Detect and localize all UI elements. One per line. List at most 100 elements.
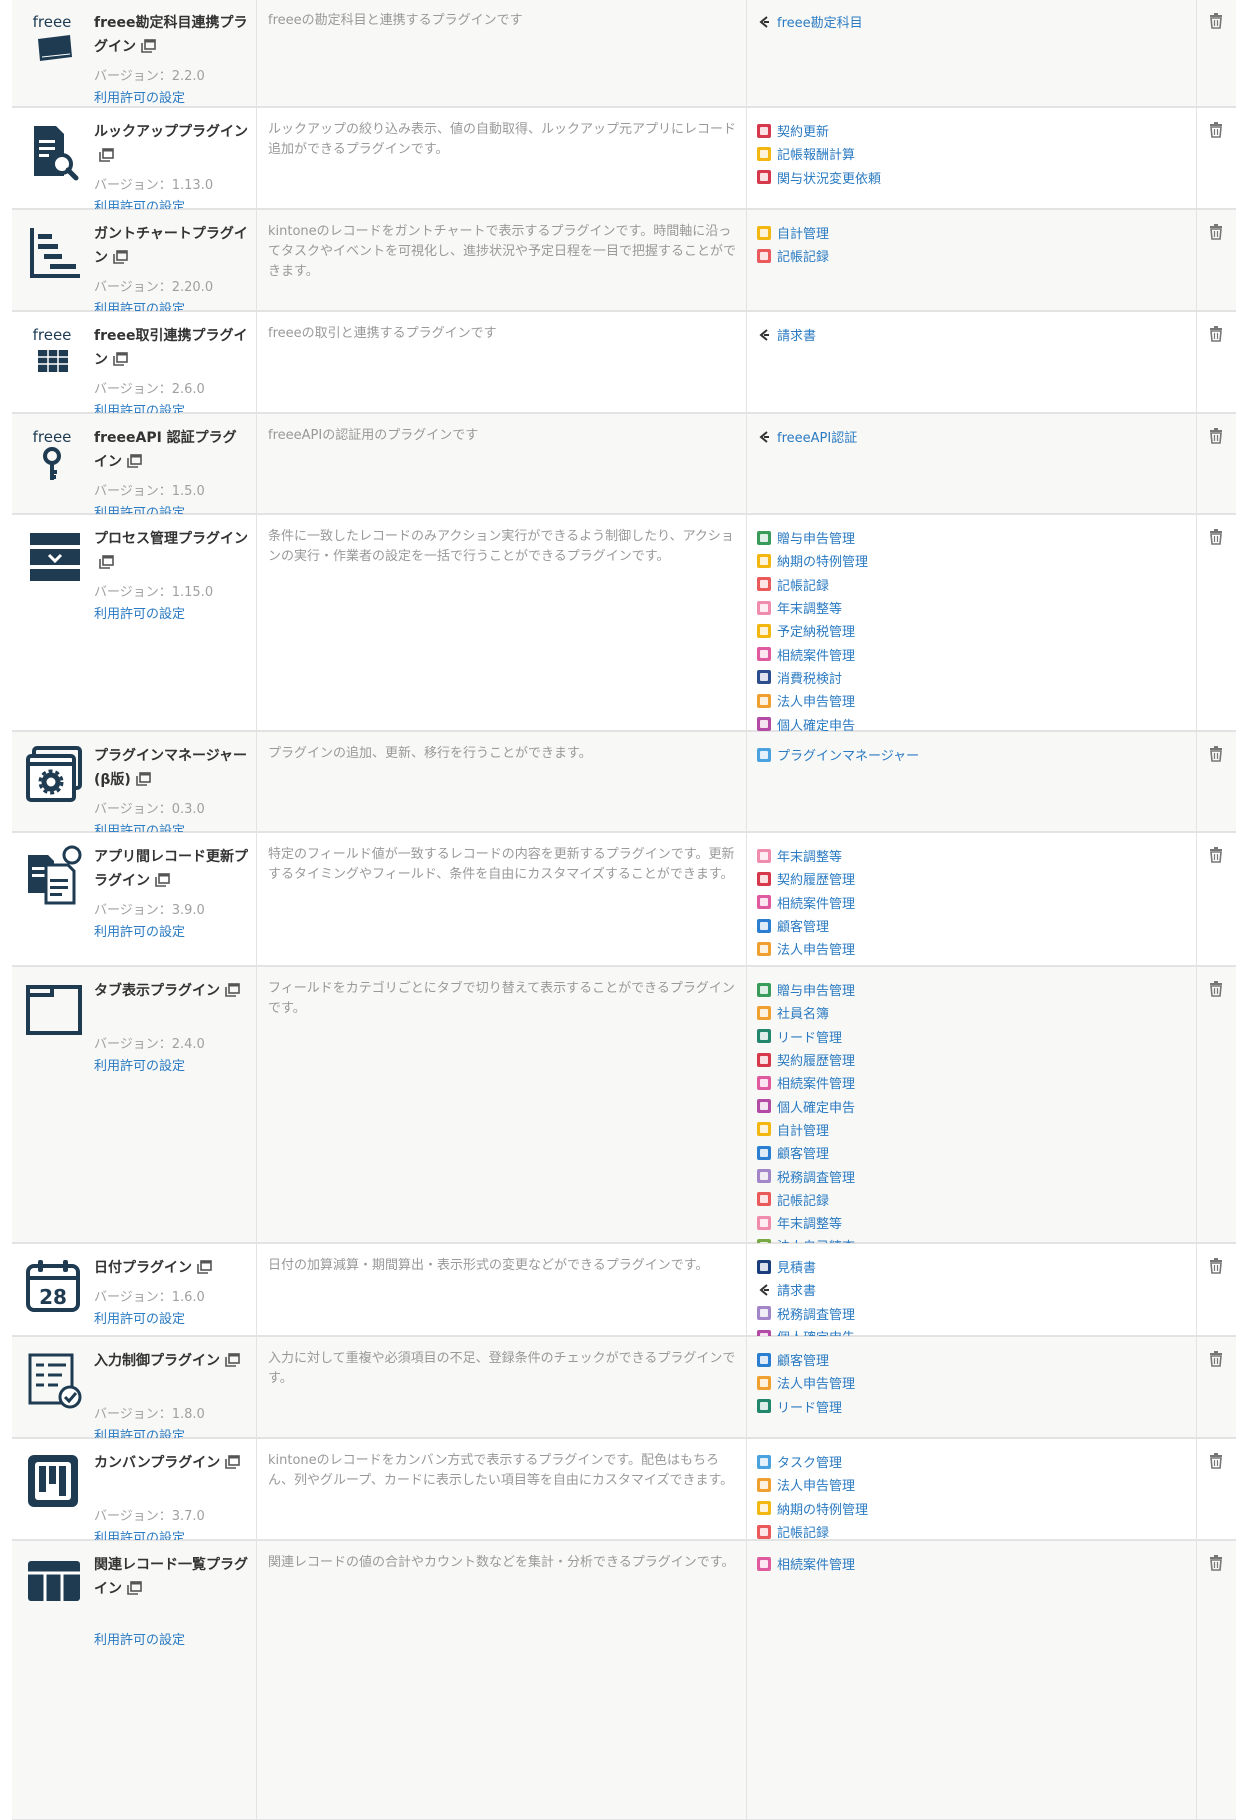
app-link[interactable]: リード管理	[757, 1025, 1196, 1048]
trash-icon[interactable]	[1209, 847, 1223, 863]
trash-icon[interactable]	[1209, 1351, 1223, 1367]
plugin-info-cell: プラグインマネージャー(β版)バージョン：0.3.0利用許可の設定	[12, 732, 257, 839]
app-link[interactable]: 消費税検討	[757, 666, 1196, 689]
trash-icon[interactable]	[1209, 1258, 1223, 1274]
external-window-icon[interactable]	[225, 981, 240, 1005]
external-window-icon[interactable]	[136, 770, 151, 794]
trash-icon[interactable]	[1209, 1453, 1223, 1469]
app-icon	[757, 1075, 771, 1090]
trash-icon[interactable]	[1209, 746, 1223, 762]
external-window-icon[interactable]	[99, 146, 114, 170]
external-window-icon[interactable]	[99, 553, 114, 577]
app-link[interactable]: 請求書	[757, 1278, 1196, 1301]
app-link[interactable]: freee勘定科目	[757, 10, 1196, 33]
plugin-description: freeeの勘定科目と連携するプラグインです	[257, 0, 747, 106]
app-link[interactable]: 年末調整等	[757, 1211, 1196, 1234]
app-link[interactable]: 契約履歴管理	[757, 1048, 1196, 1071]
permission-settings-link[interactable]: 利用許可の設定	[94, 1308, 185, 1327]
external-window-icon[interactable]	[197, 1258, 212, 1282]
trash-icon[interactable]	[1209, 326, 1223, 342]
app-link[interactable]: 法人申告管理	[757, 1371, 1196, 1394]
plugin-row: プラグインマネージャー(β版)バージョン：0.3.0利用許可の設定プラグインの追…	[12, 731, 1236, 839]
trash-icon[interactable]	[1209, 13, 1223, 29]
trash-icon[interactable]	[1209, 122, 1223, 138]
app-link[interactable]: 関与状況変更依頼	[757, 166, 1196, 189]
external-window-icon[interactable]	[141, 37, 156, 61]
external-window-icon[interactable]	[155, 871, 170, 895]
app-link[interactable]: 贈与申告管理	[757, 526, 1196, 549]
external-window-icon[interactable]	[225, 1351, 240, 1375]
plugin-name: プラグインマネージャー(β版)	[94, 744, 249, 794]
app-link[interactable]: 法人申告管理	[757, 1473, 1196, 1496]
plugin-description: 特定のフィールド値が一致するレコードの内容を更新するプラグインです。更新するタイ…	[257, 833, 747, 965]
trash-icon[interactable]	[1209, 224, 1223, 240]
app-link[interactable]: 請求書	[757, 323, 1196, 346]
permission-settings-link[interactable]: 利用許可の設定	[94, 603, 185, 622]
plugin-apps: freee勘定科目	[747, 0, 1197, 106]
trash-icon[interactable]	[1209, 529, 1223, 545]
app-link[interactable]: 契約履歴管理	[757, 867, 1196, 890]
app-label: 相続案件管理	[777, 648, 856, 664]
app-link[interactable]: 顧客管理	[757, 914, 1196, 937]
app-link[interactable]: 自計管理	[757, 221, 1196, 244]
trash-icon[interactable]	[1209, 428, 1223, 444]
app-link[interactable]: プラグインマネージャー	[757, 743, 1196, 766]
app-link[interactable]: 相続案件管理	[757, 1071, 1196, 1094]
external-window-icon[interactable]	[113, 248, 128, 272]
plugin-description: ルックアップの絞り込み表示、値の自動取得、ルックアップ元アプリにレコード追加がで…	[257, 108, 747, 208]
plugin-info-cell: プロセス管理プラグイン バージョン：1.15.0 利用許可の設定	[12, 515, 257, 730]
app-link[interactable]: 納期の特例管理	[757, 1497, 1196, 1520]
app-link[interactable]: freeeAPI認証	[757, 425, 1196, 448]
app-link[interactable]: 記帳記録	[757, 244, 1196, 267]
app-icon	[757, 600, 771, 615]
app-link[interactable]: 贈与申告管理	[757, 978, 1196, 1001]
app-label: 関与状況変更依頼	[777, 171, 882, 187]
plugin-version: バージョン：2.20.0	[94, 280, 214, 295]
app-link[interactable]: タスク管理	[757, 1450, 1196, 1473]
app-link[interactable]: 法人申告管理	[757, 937, 1196, 960]
external-window-icon[interactable]	[127, 1579, 142, 1603]
permission-settings-link[interactable]: 利用許可の設定	[94, 87, 185, 106]
app-link[interactable]: 自計管理	[757, 1118, 1196, 1141]
plugin-row: 関連レコード一覧プラグイン 利用許可の設定 関連レコードの値の合計やカウント数などを…	[12, 1540, 1236, 1820]
app-link[interactable]: 税務調査管理	[757, 1164, 1196, 1187]
trash-icon[interactable]	[1209, 981, 1223, 997]
app-icon	[757, 1005, 771, 1020]
external-window-icon[interactable]	[113, 350, 128, 374]
app-label: 契約更新	[777, 125, 830, 141]
app-icon	[757, 1524, 771, 1539]
app-icon	[757, 871, 771, 886]
plugin-apps: 自計管理 記帳記録	[747, 210, 1197, 310]
external-window-icon[interactable]	[127, 452, 142, 476]
app-link[interactable]: 記帳記録	[757, 573, 1196, 596]
permission-settings-link[interactable]: 利用許可の設定	[94, 1055, 185, 1074]
plugin-description: kintoneのレコードをカンバン方式で表示するプラグインです。配色はもちろん、…	[257, 1439, 747, 1539]
related-table-icon	[22, 1551, 82, 1615]
permission-settings-link[interactable]: 利用許可の設定	[94, 921, 185, 940]
permission-settings-link[interactable]: 利用許可の設定	[94, 1629, 185, 1648]
app-link[interactable]: 社員名簿	[757, 1001, 1196, 1024]
app-link[interactable]: 見積書	[757, 1255, 1196, 1278]
app-link[interactable]: 個人確定申告	[757, 1094, 1196, 1117]
app-link[interactable]: 記帳記録	[757, 1188, 1196, 1211]
app-link[interactable]: 契約更新	[757, 119, 1196, 142]
app-link[interactable]: 税務調査管理	[757, 1302, 1196, 1325]
plugin-name: 入力制御プラグイン	[94, 1349, 249, 1375]
app-link[interactable]: 予定納税管理	[757, 619, 1196, 642]
trash-icon[interactable]	[1209, 1555, 1223, 1571]
app-link[interactable]: 納期の特例管理	[757, 549, 1196, 572]
app-link[interactable]: 顧客管理	[757, 1141, 1196, 1164]
app-link[interactable]: 年末調整等	[757, 844, 1196, 867]
plugin-version: バージョン：3.9.0	[94, 903, 205, 918]
app-icon	[757, 982, 771, 997]
app-link[interactable]: 相続案件管理	[757, 891, 1196, 914]
app-label: 法人申告管理	[777, 695, 856, 711]
app-link[interactable]: 顧客管理	[757, 1348, 1196, 1371]
app-link[interactable]: 相続案件管理	[757, 642, 1196, 665]
app-link[interactable]: 年末調整等	[757, 596, 1196, 619]
app-link[interactable]: 法人申告管理	[757, 689, 1196, 712]
app-link[interactable]: 記帳報酬計算	[757, 142, 1196, 165]
app-link[interactable]: 相続案件管理	[757, 1552, 1196, 1575]
app-link[interactable]: リード管理	[757, 1395, 1196, 1418]
external-window-icon[interactable]	[225, 1453, 241, 1477]
